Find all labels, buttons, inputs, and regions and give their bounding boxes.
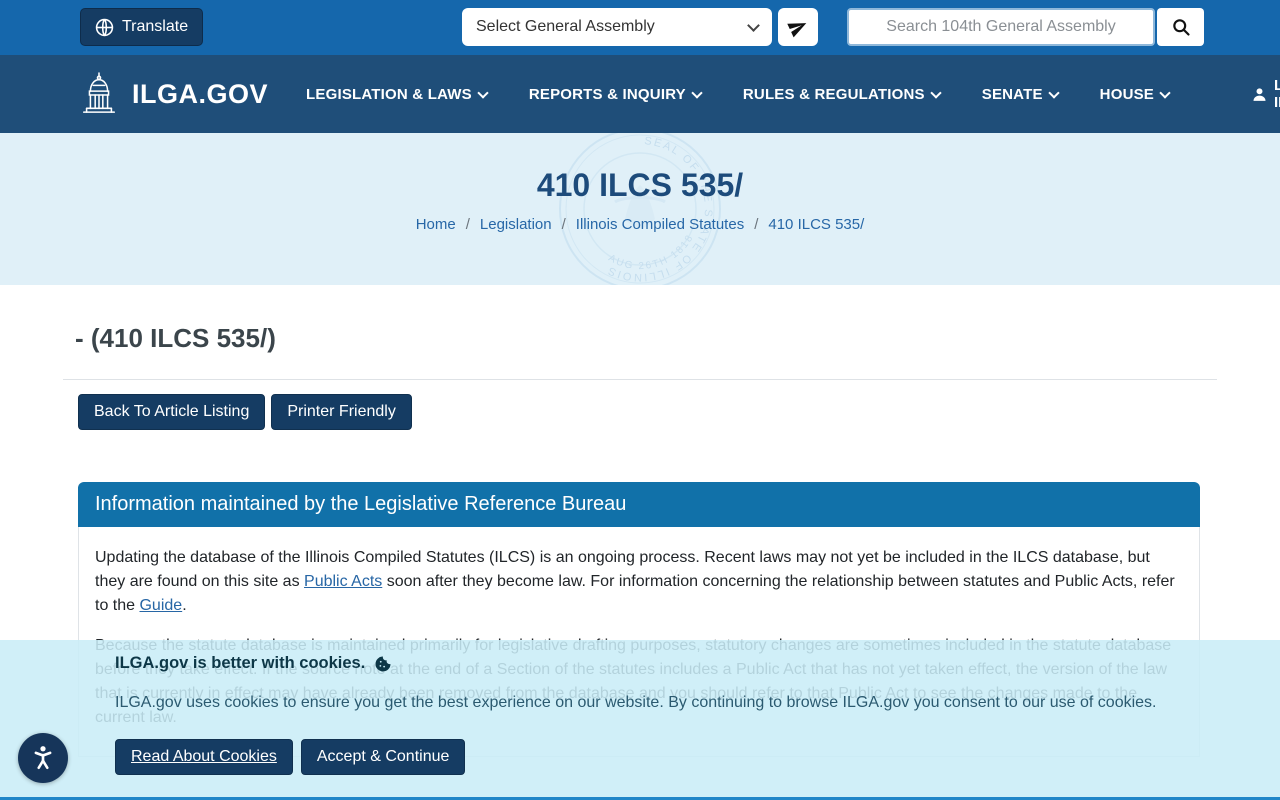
globe-icon <box>95 18 114 37</box>
chevron-down-icon <box>1048 86 1060 99</box>
nav-item-reports-inquiry[interactable]: REPORTS & INQUIRY <box>528 85 703 103</box>
search-group <box>847 8 1204 46</box>
back-to-article-listing-button[interactable]: Back To Article Listing <box>78 394 266 430</box>
translate-button[interactable]: Translate <box>80 8 204 46</box>
accessibility-icon <box>28 743 58 773</box>
divider <box>63 379 1217 380</box>
chevron-down-icon <box>930 86 942 99</box>
general-assembly-select-value: Select General Assembly <box>476 18 655 35</box>
nav-item-label: RULES & REGULATIONS <box>742 85 925 103</box>
paragraph-text: . <box>182 597 187 614</box>
top-utility-bar: Translate Select General Assembly <box>0 0 1280 55</box>
breadcrumb-separator: / <box>561 216 566 233</box>
nav-item-label: SENATE <box>981 85 1043 103</box>
chevron-down-icon <box>1159 86 1171 99</box>
brand-text: ILGA.GOV <box>132 78 269 109</box>
go-button[interactable] <box>778 8 818 46</box>
chevron-down-icon <box>747 18 760 32</box>
chevron-down-icon <box>477 86 489 99</box>
statute-heading: - (410 ILCS 535/) <box>75 323 276 353</box>
info-paragraph-1: Updating the database of the Illinois Co… <box>95 546 1183 618</box>
search-button[interactable] <box>1157 8 1204 46</box>
breadcrumb: Home / Legislation / Illinois Compiled Statu… <box>0 216 1280 233</box>
login-label: LOG IN <box>1274 77 1280 111</box>
nav-item-house[interactable]: HOUSE <box>1099 85 1171 103</box>
accept-continue-button[interactable]: Accept & Continue <box>300 739 466 775</box>
nav-item-label: HOUSE <box>1099 85 1155 103</box>
breadcrumb-current[interactable]: 410 ILCS 535/ <box>768 216 864 233</box>
nav-item-legislation-laws[interactable]: LEGISLATION & LAWS <box>306 85 489 103</box>
accessibility-widget-button[interactable] <box>18 733 68 783</box>
ilga-logo[interactable]: ILGA.GOV <box>78 71 268 117</box>
cookie-consent-banner: ILGA.gov is better with cookies. ILGA.go… <box>0 640 1280 800</box>
cookie-banner-title: ILGA.gov is better with cookies. <box>115 654 1200 673</box>
chevron-down-icon <box>691 86 703 99</box>
nav-menu: LEGISLATION & LAWS REPORTS & INQUIRY RUL… <box>306 77 1280 111</box>
action-buttons: Back To Article Listing Printer Friendly <box>78 394 1217 430</box>
breadcrumb-legislation[interactable]: Legislation <box>480 216 552 233</box>
cookie-icon <box>374 655 392 673</box>
nav-item-rules-regulations[interactable]: RULES & REGULATIONS <box>742 85 942 103</box>
printer-friendly-button[interactable]: Printer Friendly <box>271 394 412 430</box>
page-header-band: SEAL OF THE STATE OF ILLINOIS AUG 26TH 1… <box>0 133 1280 285</box>
main-navigation: ILGA.GOV LEGISLATION & LAWS REPORTS & IN… <box>0 55 1280 133</box>
guide-link[interactable]: Guide <box>139 597 182 614</box>
general-assembly-select[interactable]: Select General Assembly <box>462 8 772 46</box>
nav-item-senate[interactable]: SENATE <box>981 85 1060 103</box>
user-icon <box>1251 86 1268 103</box>
search-icon <box>1171 17 1191 37</box>
breadcrumb-ilcs[interactable]: Illinois Compiled Statutes <box>576 216 744 233</box>
public-acts-link[interactable]: Public Acts <box>304 573 382 590</box>
info-panel-header: Information maintained by the Legislativ… <box>78 482 1200 527</box>
read-about-cookies-button[interactable]: Read About Cookies <box>115 739 293 775</box>
translate-label: Translate <box>122 18 189 35</box>
page-title: 410 ILCS 535/ <box>536 167 744 203</box>
login-button[interactable]: LOG IN <box>1251 77 1280 111</box>
capitol-icon <box>78 71 120 117</box>
nav-item-label: LEGISLATION & LAWS <box>306 85 472 103</box>
cookie-banner-message: ILGA.gov uses cookies to ensure you get … <box>115 694 1157 711</box>
cookie-banner-actions: Read About Cookies Accept & Continue <box>115 739 1200 775</box>
breadcrumb-home[interactable]: Home <box>416 216 456 233</box>
cookie-title-text: ILGA.gov is better with cookies. <box>115 654 366 672</box>
breadcrumb-separator: / <box>754 216 759 233</box>
send-icon <box>785 14 812 41</box>
breadcrumb-separator: / <box>465 216 470 233</box>
nav-item-label: REPORTS & INQUIRY <box>528 85 686 103</box>
search-input[interactable] <box>847 8 1155 46</box>
